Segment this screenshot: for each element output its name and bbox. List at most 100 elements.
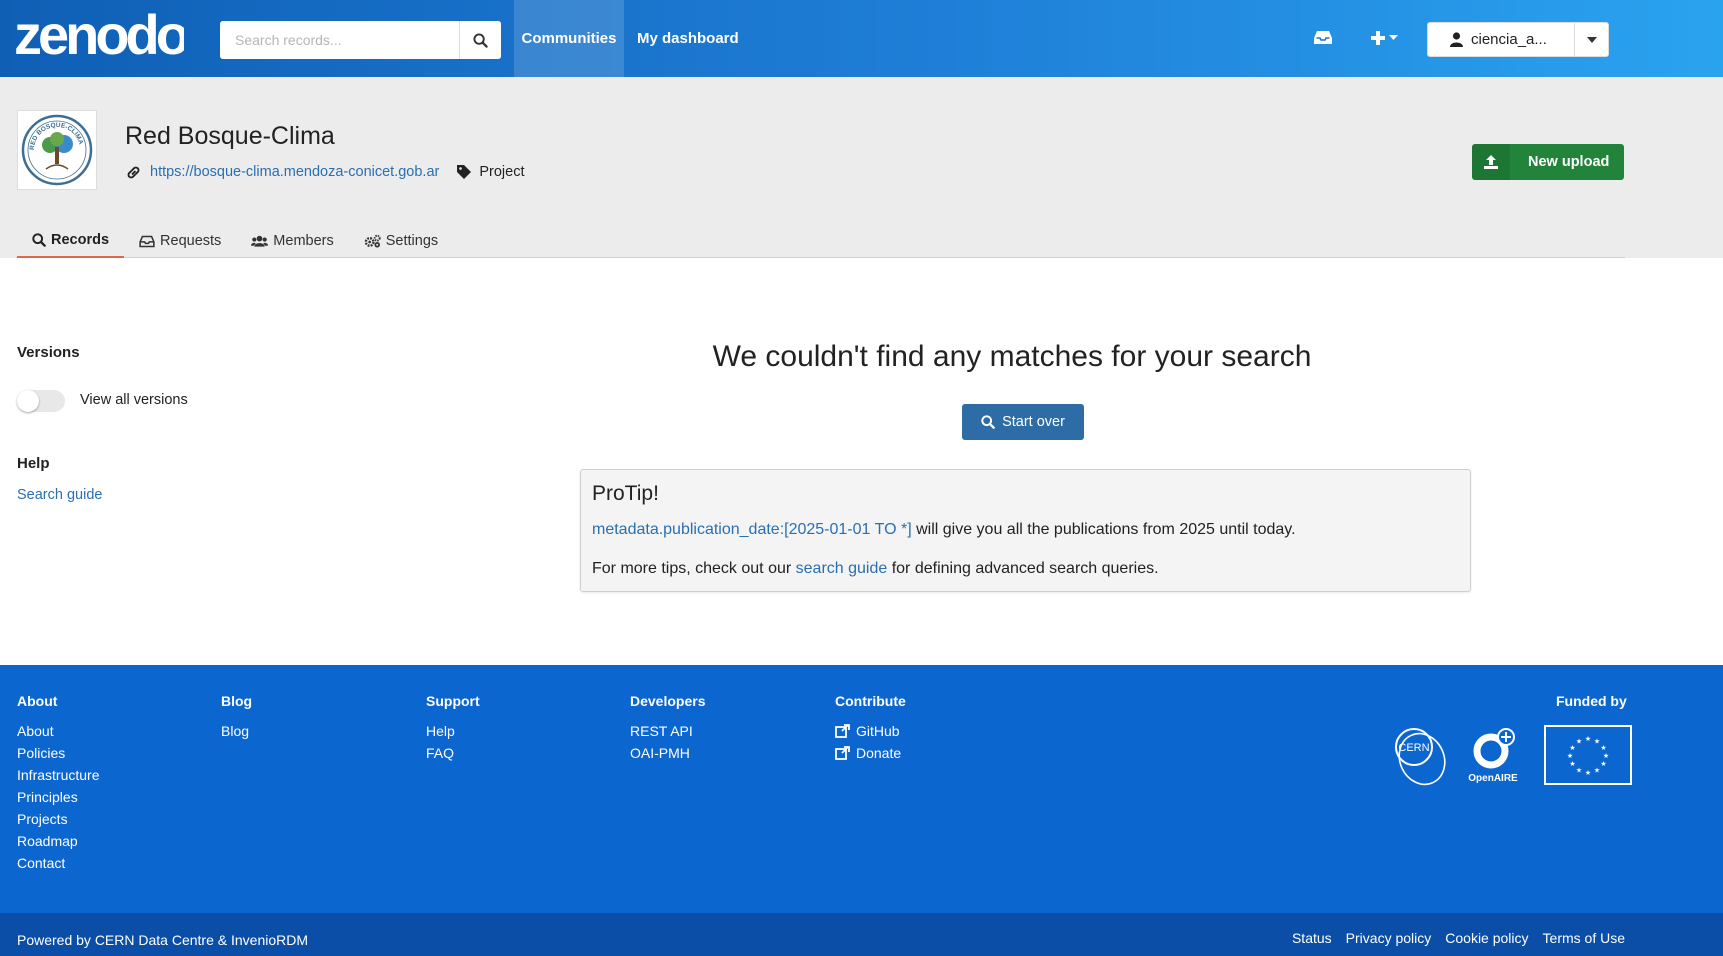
- powered-by-text: Powered by CERN Data Centre & InvenioRDM: [17, 932, 309, 948]
- svg-text:★: ★: [1569, 744, 1575, 752]
- help-heading: Help: [17, 455, 50, 472]
- tab-records-label: Records: [51, 232, 110, 248]
- footer-link[interactable]: Blog: [221, 723, 252, 739]
- start-over-label: Start over: [1002, 414, 1065, 430]
- inbox-icon[interactable]: [1313, 29, 1333, 51]
- external-link-icon: [835, 746, 850, 760]
- plus-icon: [1371, 31, 1385, 45]
- footer-link-github[interactable]: GitHub: [835, 723, 906, 739]
- footer-heading: Blog: [221, 693, 253, 709]
- footer-link[interactable]: Policies: [17, 745, 99, 761]
- status-link[interactable]: Status: [1292, 930, 1332, 946]
- footer-col-support: Support Help FAQ: [426, 693, 480, 767]
- svg-text:★: ★: [1569, 760, 1575, 768]
- svg-text:OpenAIRE: OpenAIRE: [1468, 773, 1518, 784]
- tab-settings-label: Settings: [385, 233, 439, 249]
- footer-link[interactable]: OAI-PMH: [630, 745, 705, 761]
- footer-link[interactable]: Roadmap: [17, 833, 99, 849]
- username: ciencia_a...: [1471, 31, 1547, 48]
- svg-text:zenodo: zenodo: [14, 6, 184, 66]
- footer-link[interactable]: Help: [426, 723, 480, 739]
- community-meta: https://bosque-clima.mendoza-conicet.gob…: [126, 164, 525, 180]
- nav-my-dashboard[interactable]: My dashboard: [637, 0, 739, 77]
- community-logo: RED BOSQUE-CLIMA: [17, 110, 97, 190]
- svg-text:★: ★: [1600, 760, 1606, 768]
- protip-title: ProTip!: [592, 482, 659, 505]
- footer-link[interactable]: Contact: [17, 855, 99, 871]
- user-menu[interactable]: ciencia_a...: [1427, 22, 1609, 57]
- footer-col-contribute: Contribute GitHub Donate: [835, 693, 906, 767]
- view-all-versions-toggle[interactable]: [17, 390, 65, 412]
- tab-requests[interactable]: Requests: [124, 224, 236, 258]
- inbox-icon: [139, 235, 155, 247]
- footer-heading: Contribute: [835, 693, 906, 709]
- footer-link[interactable]: Principles: [17, 789, 99, 805]
- eu-flag-logo[interactable]: ★ ★ ★ ★ ★ ★ ★ ★ ★ ★ ★ ★: [1544, 725, 1632, 785]
- nav-communities[interactable]: Communities: [514, 0, 624, 77]
- community-website-link[interactable]: https://bosque-clima.mendoza-conicet.gob…: [150, 164, 439, 180]
- protip-query-link[interactable]: metadata.publication_date:[2025-01-01 TO…: [592, 521, 912, 538]
- protip-box: ProTip! metadata.publication_date:[2025-…: [580, 469, 1471, 592]
- svg-text:★: ★: [1585, 769, 1591, 777]
- funded-by-label: Funded by: [1556, 693, 1627, 709]
- community-tabs: Records Requests Members Settings: [17, 224, 1625, 258]
- footer-link[interactable]: FAQ: [426, 745, 480, 761]
- user-dropdown-caret[interactable]: [1574, 23, 1608, 56]
- footer-link[interactable]: REST API: [630, 723, 705, 739]
- new-upload-button[interactable]: New upload: [1472, 144, 1624, 180]
- new-upload-label: New upload: [1528, 154, 1610, 170]
- footer-col-about: About About Policies Infrastructure Prin…: [17, 693, 99, 877]
- search-icon: [981, 415, 995, 429]
- protip-more: For more tips, check out our search guid…: [592, 560, 1159, 578]
- footer-link[interactable]: Infrastructure: [17, 767, 99, 783]
- tab-records[interactable]: Records: [17, 224, 125, 258]
- privacy-policy-link[interactable]: Privacy policy: [1346, 930, 1432, 946]
- svg-text:CERN: CERN: [1398, 742, 1429, 754]
- cogs-icon: [364, 234, 381, 248]
- footer-link-donate[interactable]: Donate: [835, 745, 906, 761]
- start-over-button[interactable]: Start over: [962, 404, 1084, 440]
- tab-settings[interactable]: Settings: [349, 224, 453, 258]
- community-type: Project: [457, 164, 525, 180]
- search-icon: [32, 233, 46, 247]
- footer-link[interactable]: Projects: [17, 811, 99, 827]
- top-navbar: zenodo Communities My dashboard: [0, 0, 1723, 77]
- search-button[interactable]: [459, 21, 501, 59]
- footer-col-developers: Developers REST API OAI-PMH: [630, 693, 705, 767]
- terms-of-use-link[interactable]: Terms of Use: [1543, 930, 1625, 946]
- external-link-icon: [835, 724, 850, 738]
- caret-down-icon: [1586, 36, 1597, 43]
- footer: About About Policies Infrastructure Prin…: [0, 665, 1723, 913]
- footer-link-label: GitHub: [856, 723, 900, 739]
- upload-icon: [1472, 144, 1510, 180]
- community-title: Red Bosque-Clima: [125, 122, 335, 150]
- svg-text:★: ★: [1585, 735, 1591, 743]
- openaire-logo[interactable]: OpenAIRE: [1464, 725, 1526, 792]
- cookie-policy-link[interactable]: Cookie policy: [1445, 930, 1528, 946]
- footer-col-blog: Blog Blog: [221, 693, 252, 745]
- svg-text:★: ★: [1576, 738, 1582, 746]
- protip-example: metadata.publication_date:[2025-01-01 TO…: [592, 521, 1296, 539]
- footer-heading: Support: [426, 693, 480, 709]
- footer-link[interactable]: About: [17, 723, 99, 739]
- versions-heading: Versions: [17, 344, 80, 361]
- cern-logo[interactable]: CERN: [1386, 725, 1450, 794]
- footer-bottom-links: Status Privacy policy Cookie policy Term…: [1292, 930, 1625, 946]
- svg-text:★: ★: [1576, 767, 1582, 775]
- link-icon: [127, 166, 140, 178]
- create-new-menu[interactable]: [1370, 30, 1398, 46]
- zenodo-logo[interactable]: zenodo: [14, 3, 193, 71]
- svg-text:★: ★: [1600, 744, 1606, 752]
- tag-icon: [457, 165, 472, 179]
- toggle-knob: [17, 390, 39, 412]
- users-icon: [251, 235, 269, 247]
- search-input[interactable]: [220, 21, 458, 59]
- search-icon: [473, 32, 488, 48]
- search-guide-link[interactable]: Search guide: [17, 487, 102, 503]
- protip-example-text: will give you all the publications from …: [911, 521, 1296, 538]
- footer-bottom-bar: Powered by CERN Data Centre & InvenioRDM…: [0, 913, 1723, 956]
- protip-search-guide-link[interactable]: search guide: [796, 560, 888, 577]
- protip-more-prefix: For more tips, check out our: [592, 560, 796, 577]
- tab-members[interactable]: Members: [236, 224, 348, 258]
- protip-more-suffix: for defining advanced search queries.: [887, 560, 1159, 577]
